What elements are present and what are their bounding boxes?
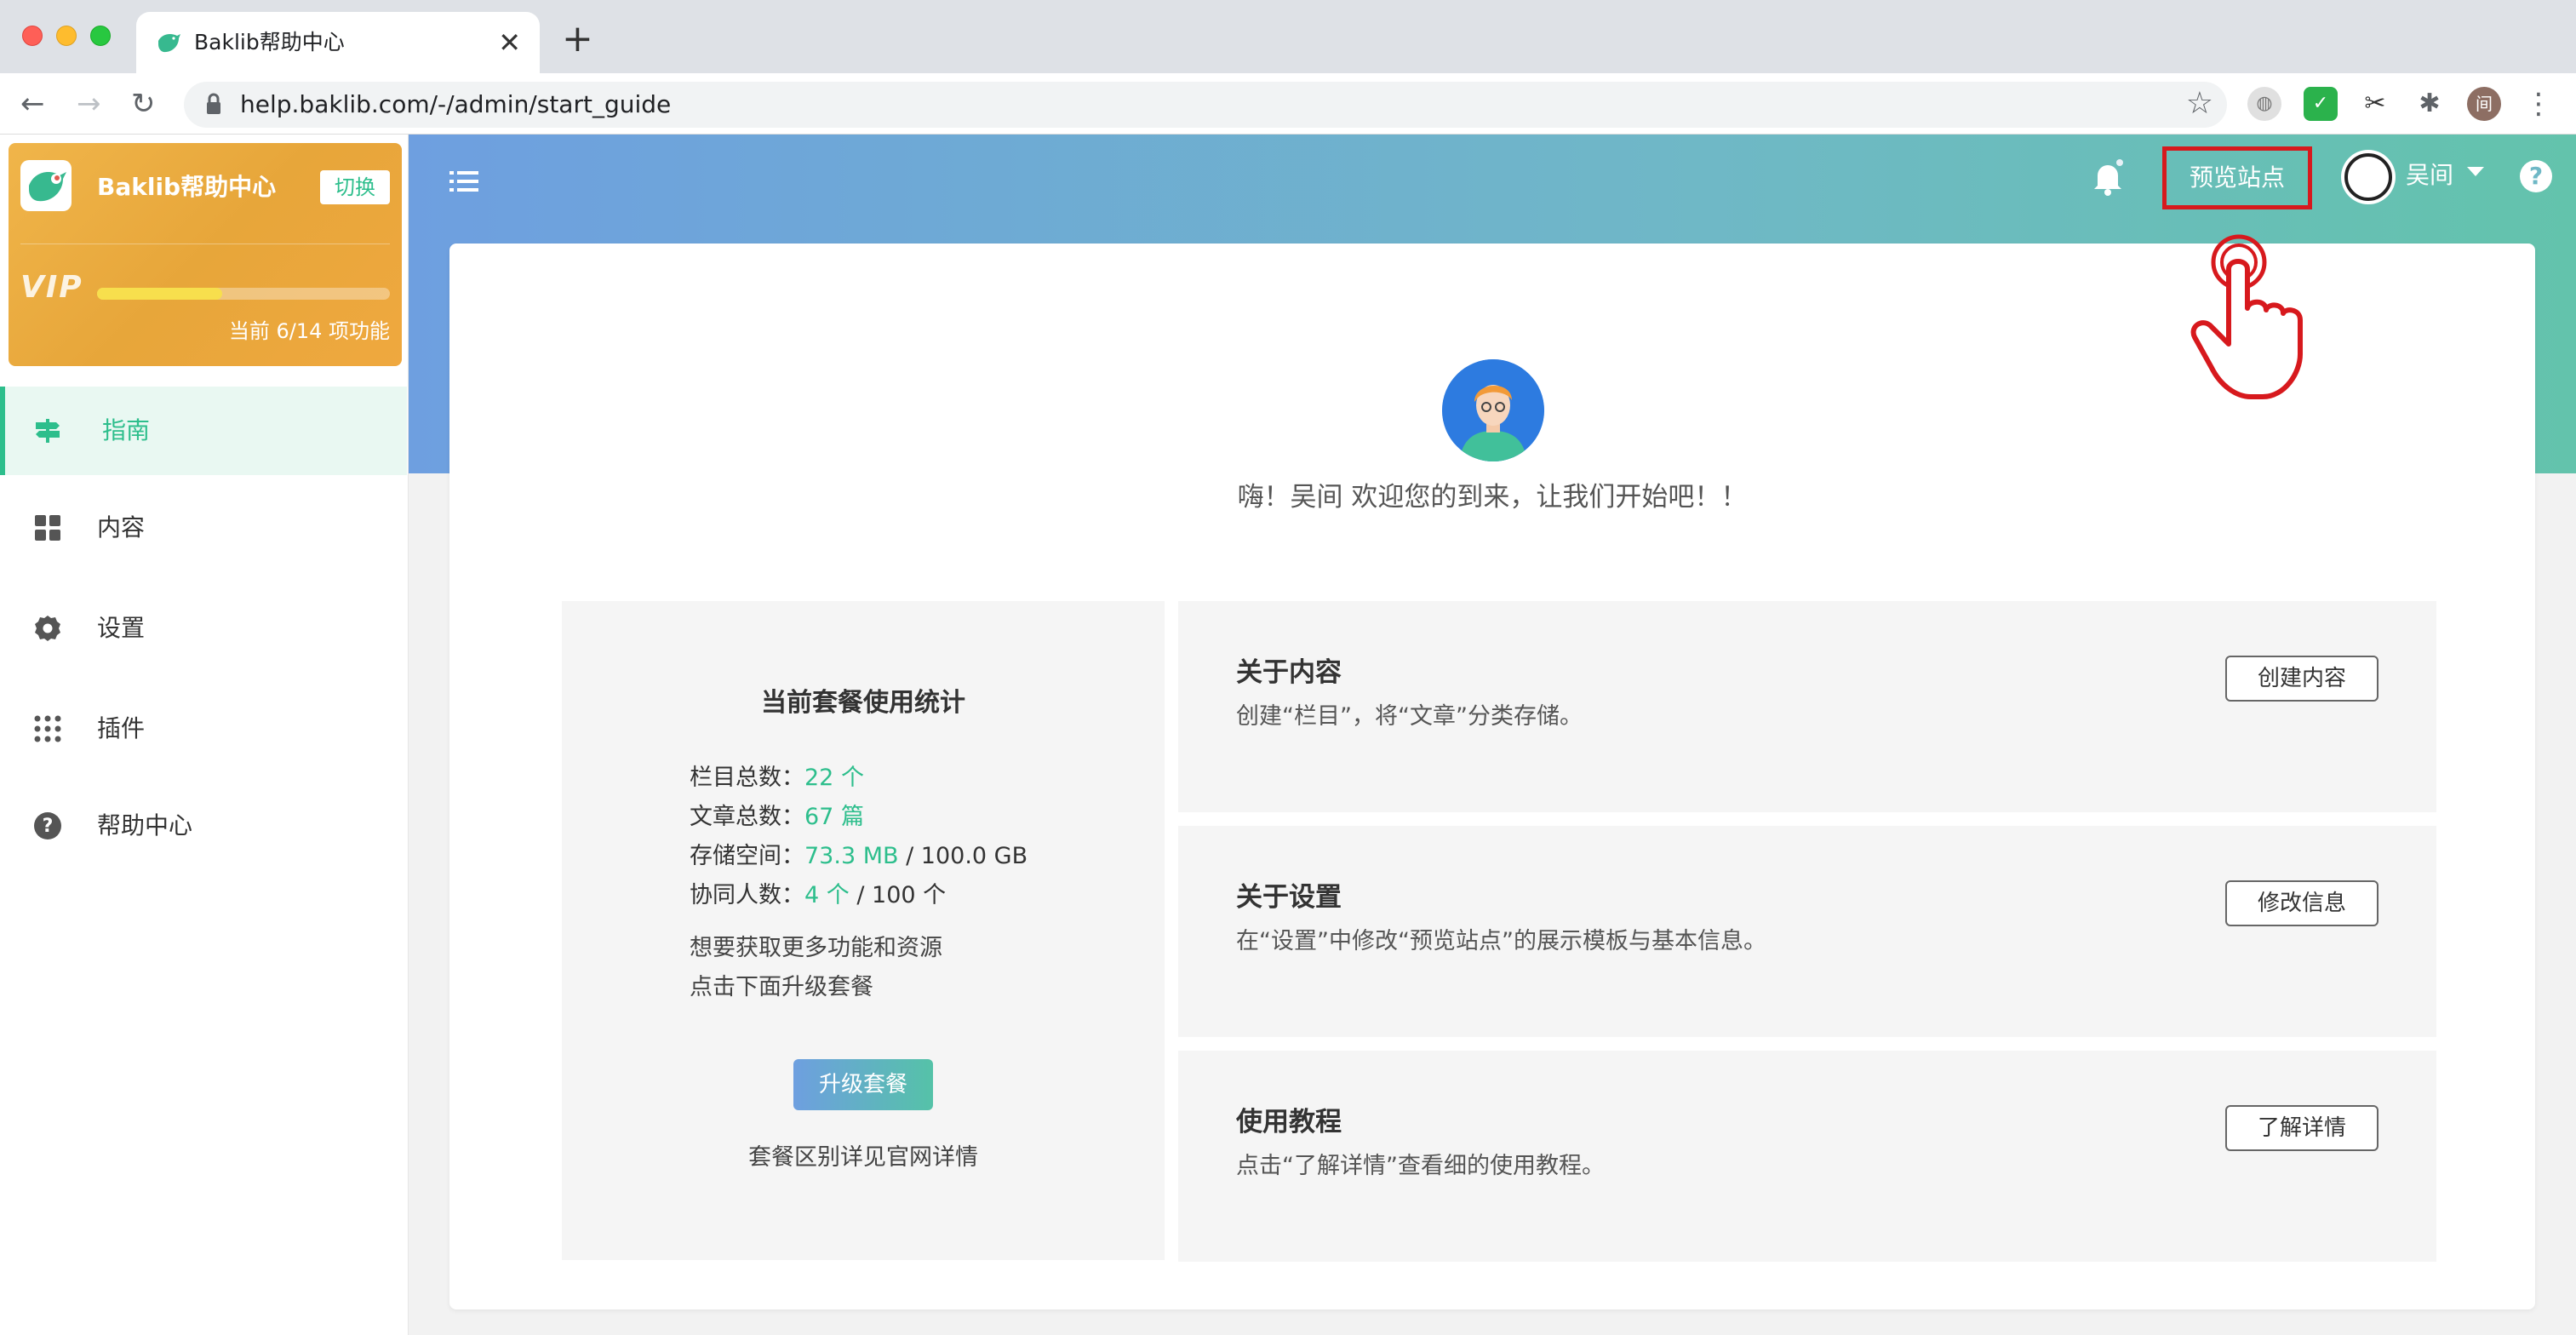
stat-total: / 100.0 GB [898,843,1028,869]
preview-site-button[interactable]: 预览站点 [2162,146,2312,209]
card-description: 创建“栏目”，将“文章”分类存储。 [1236,703,1583,730]
feature-progress-bar [97,288,390,300]
dots-grid-icon [34,715,61,742]
site-name: Baklib帮助中心 [97,173,277,201]
minimize-window-button[interactable] [56,26,77,46]
vip-badge: VIP [20,270,83,305]
card-description: 点击“了解详情”查看细的使用教程。 [1236,1153,1605,1179]
sidebar-item-settings[interactable]: 设置 [0,584,407,673]
about-content-card: 关于内容 创建“栏目”，将“文章”分类存储。 创建内容 [1178,601,2436,812]
browser-tab-bar: Baklib帮助中心 ✕ + [0,0,2576,73]
feature-progress-fill [97,288,223,300]
stat-row-articles: 文章总数：67 篇 [690,802,864,833]
user-avatar[interactable] [2341,150,2396,204]
avatar-ring [2344,153,2392,201]
signpost-icon [36,419,60,443]
upgrade-plan-button[interactable]: 升级套餐 [793,1059,933,1110]
site-logo [20,160,72,211]
person-illustration-icon [1442,359,1544,461]
brand-card: Baklib帮助中心 切换 VIP 当前 6/14 项功能 [9,143,402,366]
bookmark-star-icon[interactable]: ☆ [2186,87,2213,121]
extensions-puzzle-icon[interactable]: ✱ [2413,87,2447,121]
address-bar-row: ← → ↻ help.baklib.com/-/admin/start_guid… [0,73,2576,135]
sidebar-item-plugins[interactable]: 插件 [0,685,407,773]
plan-usage-title: 当前套餐使用统计 [761,688,965,718]
baklib-bird-icon [158,34,180,53]
stat-value: 4 个 [804,882,850,908]
plan-details-link[interactable]: 套餐区别详见官网详情 [562,1143,1165,1173]
stat-total: / 100 个 [849,882,947,908]
pointing-hand-icon [2190,234,2303,399]
help-icon[interactable]: ? [2520,160,2552,192]
stat-label: 栏目总数： [690,765,804,791]
edit-info-button[interactable]: 修改信息 [2225,880,2379,926]
sidebar-item-label: 设置 [97,614,146,642]
close-window-button[interactable] [22,26,43,46]
new-tab-button[interactable]: + [562,19,593,60]
forward-arrow-icon[interactable]: → [77,89,101,119]
browser-tab[interactable]: Baklib帮助中心 ✕ [136,12,540,73]
sidebar-item-help-center[interactable]: ? 帮助中心 [0,782,407,870]
stat-row-collaborators: 协同人数：4 个 / 100 个 [690,880,946,911]
stat-value: 67 篇 [804,804,864,830]
chevron-down-icon[interactable] [2467,167,2484,176]
extension-green-icon[interactable]: ✓ [2304,87,2338,121]
extension-scissors-icon[interactable]: ✂ [2358,87,2392,121]
card-title: 关于设置 [1236,882,1342,913]
grid-icon [35,515,60,541]
reload-icon[interactable]: ↻ [131,89,156,119]
back-arrow-icon[interactable]: ← [20,89,45,119]
card-title: 关于内容 [1236,657,1342,688]
stat-row-storage: 存储空间：73.3 MB / 100.0 GB [690,841,1028,872]
help-circle-icon: ? [34,812,61,839]
app-root: Baklib帮助中心 切换 VIP 当前 6/14 项功能 指南 内容 设置 插… [0,135,2576,1335]
profile-avatar[interactable]: 间 [2467,87,2501,121]
menu-toggle-icon[interactable] [449,167,478,196]
stat-label: 文章总数： [690,804,804,830]
tab-close-icon[interactable]: ✕ [498,26,521,60]
stat-value: 73.3 MB [804,843,899,869]
maximize-window-button[interactable] [90,26,111,46]
sidebar-item-label: 帮助中心 [97,811,193,839]
upgrade-note-line2: 点击下面升级套餐 [690,974,873,1000]
gear-icon [35,616,60,641]
lock-icon [207,93,220,114]
user-name[interactable]: 吴间 [2406,158,2453,192]
welcome-avatar [1442,359,1544,461]
sidebar-item-label: 内容 [97,513,146,541]
upgrade-note-line1: 想要获取更多功能和资源 [690,935,942,961]
sidebar-item-guide[interactable]: 指南 [0,387,407,475]
bird-logo-icon [29,172,66,202]
url-text: help.baklib.com/-/admin/start_guide [240,90,672,118]
stat-label: 存储空间： [690,843,804,869]
sidebar: Baklib帮助中心 切换 VIP 当前 6/14 项功能 指南 内容 设置 插… [0,135,409,1335]
feature-progress-text: 当前 6/14 项功能 [228,319,390,343]
stat-label: 协同人数： [690,882,804,908]
browser-menu-icon[interactable]: ⋮ [2522,87,2556,121]
svg-text:?: ? [43,816,54,837]
tab-title: Baklib帮助中心 [194,30,345,54]
url-input[interactable]: help.baklib.com/-/admin/start_guide ☆ [184,82,2227,128]
sidebar-item-label: 指南 [102,416,151,444]
stat-row-columns: 栏目总数：22 个 [690,763,864,794]
stat-value: 22 个 [804,765,864,791]
card-title: 使用教程 [1236,1107,1342,1137]
card-description: 在“设置”中修改“预览站点”的展示模板与基本信息。 [1236,928,1766,954]
bell-icon[interactable] [2091,158,2125,196]
plan-usage-panel: 当前套餐使用统计 栏目总数：22 个 文章总数：67 篇 存储空间：73.3 M… [562,601,1165,1260]
tutorial-card: 使用教程 点击“了解详情”查看细的使用教程。 了解详情 [1178,1051,2436,1262]
create-content-button[interactable]: 创建内容 [2225,656,2379,702]
sidebar-item-label: 插件 [97,714,146,742]
switch-site-button[interactable]: 切换 [320,170,390,204]
sidebar-item-content[interactable]: 内容 [0,484,407,572]
learn-more-button[interactable]: 了解详情 [2225,1105,2379,1151]
extension-globe-icon[interactable]: ◍ [2247,87,2281,121]
about-settings-card: 关于设置 在“设置”中修改“预览站点”的展示模板与基本信息。 修改信息 [1178,826,2436,1037]
welcome-message: 嗨！吴间 欢迎您的到来，让我们开始吧！！ [1237,482,1748,513]
